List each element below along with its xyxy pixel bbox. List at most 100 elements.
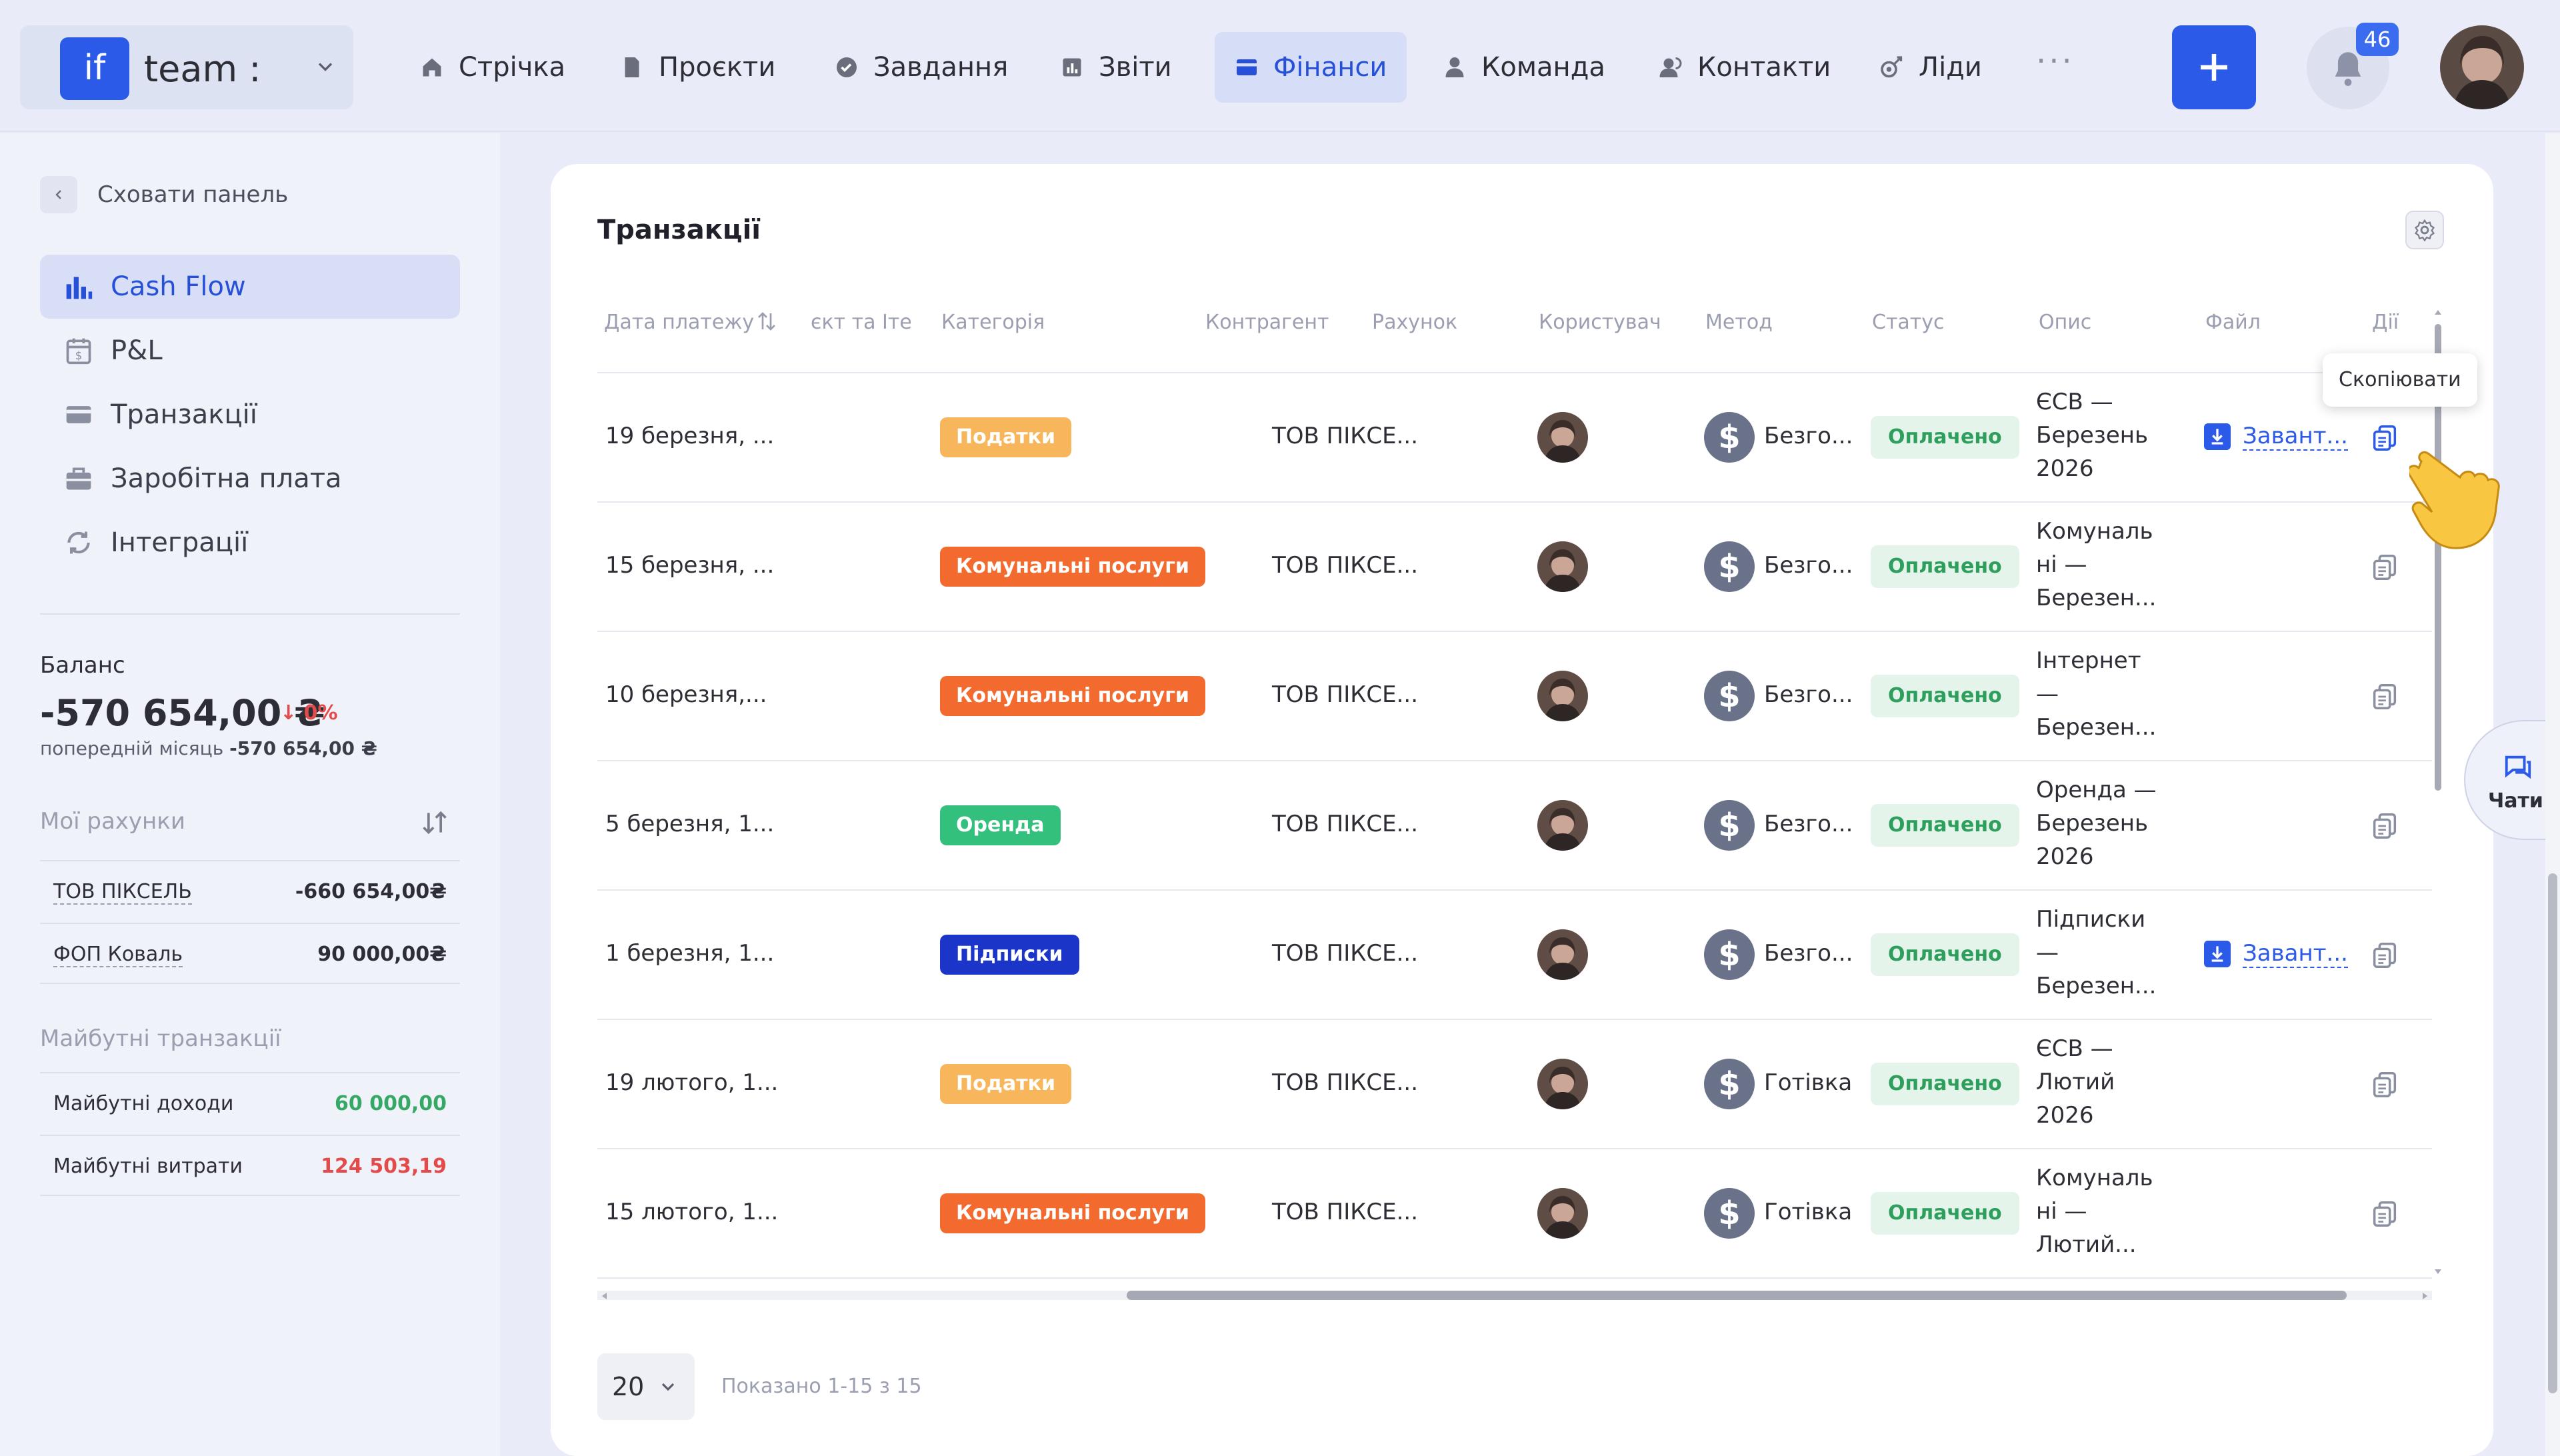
dollar-icon: $ [1704, 929, 1755, 980]
description-line: 2026 [2036, 455, 2094, 482]
nav-team[interactable]: Команда [1423, 32, 1625, 103]
user-avatar [1537, 671, 1588, 721]
nav-contacts[interactable]: Контакти [1639, 32, 1851, 103]
description-line: Лютий [2036, 1069, 2115, 1095]
table-row[interactable]: 19 березня, ... Податки ТОВ ПІКСЕ... $ Безго… [597, 373, 2432, 503]
table-row[interactable]: 15 березня, ... Комунальні послуги ТОВ ПІК… [597, 503, 2432, 632]
col-user[interactable]: Користувач [1539, 311, 1661, 334]
add-button[interactable] [2172, 25, 2256, 109]
nav-label: Фінанси [1273, 52, 1387, 83]
user-avatar [1537, 1059, 1588, 1109]
copy-icon[interactable] [2369, 1199, 2400, 1229]
category-badge: Підписки [940, 935, 1079, 975]
top-bar: if team : Стрічка Проєкти Завдання Звіти… [0, 0, 2560, 132]
download-file-link[interactable]: Завант... [2204, 423, 2348, 451]
status-badge: Оплачено [1871, 1063, 2019, 1105]
row-method: Безго... [1764, 681, 1853, 708]
future-value: 60 000,00 [335, 1092, 447, 1115]
page-scrollbar-thumb[interactable] [2548, 873, 2557, 1393]
table-row[interactable]: 1 березня, 1... Підписки ТОВ ПІКСЕ... $ Безг… [597, 891, 2432, 1020]
row-method: Безго... [1764, 552, 1853, 579]
page-size-select[interactable]: 20 [597, 1353, 695, 1420]
description-line: Лютий... [2036, 1231, 2137, 1258]
svg-text:$: $ [75, 349, 83, 362]
description-line: Березень [2036, 422, 2149, 449]
row-date: 10 березня,... [605, 681, 767, 708]
sidebar-item-integrations[interactable]: Інтеграції [40, 511, 460, 575]
check-circle-icon [837, 57, 857, 77]
table-row[interactable]: 19 лютого, 1... Податки ТОВ ПІКСЕ... $ Готів… [597, 1020, 2432, 1149]
nav-reports[interactable]: Звіти [1040, 32, 1192, 103]
sync-icon [67, 531, 90, 554]
status-badge: Оплачено [1871, 1192, 2019, 1235]
copy-icon[interactable] [2369, 811, 2400, 841]
account-row[interactable]: ФОП Коваль 90 000,00₴ [40, 923, 460, 984]
col-method[interactable]: Метод [1705, 311, 1773, 334]
workspace-switcher[interactable]: if team : [20, 25, 353, 109]
status-badge: Оплачено [1871, 545, 2019, 588]
col-file[interactable]: Файл [2205, 311, 2261, 334]
horizontal-scrollbar-thumb[interactable] [1127, 1291, 2347, 1300]
category-badge: Податки [940, 1064, 1071, 1104]
col-status[interactable]: Статус [1872, 311, 1945, 334]
plus-icon [2201, 54, 2227, 81]
sidebar-item-payroll[interactable]: Заробітна плата [40, 447, 460, 511]
copy-tooltip: Скопіювати [2323, 353, 2477, 407]
sidebar-item-label: Інтеграції [111, 527, 249, 558]
description-line: Підписки [2036, 906, 2146, 933]
nav-tasks[interactable]: Завдання [815, 32, 1028, 103]
copy-icon[interactable] [2369, 940, 2400, 971]
future-row: Майбутні витрати 124 503,19 [40, 1135, 460, 1196]
dollar-icon: $ [1704, 1188, 1755, 1239]
nav-finance[interactable]: Фінанси [1215, 32, 1407, 103]
chat-icon [2505, 755, 2531, 779]
account-value: 90 000,00₴ [317, 943, 447, 966]
hide-panel-button[interactable]: Сховати панель [40, 176, 288, 213]
row-description: Підписки — Березен... [2036, 903, 2169, 1003]
sidebar-item-pl[interactable]: $ P&L [40, 319, 460, 383]
file-label: Завант... [2243, 940, 2348, 968]
status-badge: Оплачено [1871, 933, 2019, 976]
col-project[interactable]: єкт та Іте... [811, 311, 911, 334]
description-line: 2026 [2036, 843, 2094, 870]
future-title: Майбутні транзакції [40, 1025, 281, 1052]
copy-icon[interactable] [2369, 1069, 2400, 1100]
col-account[interactable]: Рахунок [1372, 311, 1457, 334]
workspace-logo: if [60, 37, 129, 100]
nav-feed[interactable]: Стрічка [400, 32, 585, 103]
sort-icon[interactable] [420, 808, 449, 837]
table-settings-button[interactable] [2405, 211, 2444, 249]
future-row: Майбутні доходи 60 000,00 [40, 1072, 460, 1133]
nav-label: Звіти [1099, 52, 1172, 83]
description-line: — [2036, 681, 2059, 707]
sidebar-item-transactions[interactable]: Транзакції [40, 383, 460, 447]
copy-icon[interactable] [2369, 552, 2400, 583]
col-description[interactable]: Опис [2039, 311, 2091, 334]
nav-projects[interactable]: Проєкти [600, 32, 795, 103]
row-method: Безго... [1764, 423, 1853, 449]
contacts-icon [1659, 57, 1682, 77]
row-date: 15 лютого, 1... [605, 1199, 779, 1225]
copy-icon[interactable] [2369, 423, 2400, 453]
row-account: ТОВ ПІКСЕ... [1272, 940, 1419, 967]
col-category[interactable]: Категорія [941, 311, 1045, 334]
sidebar-item-label: Транзакції [111, 399, 257, 430]
copy-icon[interactable] [2369, 681, 2400, 712]
col-date[interactable]: Дата платежу [604, 311, 754, 334]
account-row[interactable]: ТОВ ПІКСЕЛЬ -660 654,00₴ [40, 860, 460, 921]
sidebar-item-cashflow[interactable]: Cash Flow [40, 255, 460, 319]
status-badge: Оплачено [1871, 416, 2019, 459]
dollar-icon: $ [1704, 1059, 1755, 1109]
table-row[interactable]: 10 березня,... Комунальні послуги ТОВ ПІКС… [597, 632, 2432, 761]
chart-bars-icon [66, 277, 93, 299]
description-line: Інтернет [2036, 647, 2141, 674]
avatar[interactable] [2440, 25, 2524, 109]
more-icon[interactable]: ··· [2036, 43, 2075, 80]
account-name: ТОВ ПІКСЕЛЬ [53, 880, 192, 905]
nav-leads[interactable]: Ліди [1860, 32, 2002, 103]
table-row[interactable]: 5 березня, 1... Оренда ТОВ ПІКСЕ... $ Безго.… [597, 761, 2432, 891]
table-row[interactable]: 15 лютого, 1... Комунальні послуги ТОВ ПІК… [597, 1149, 2432, 1279]
download-file-link[interactable]: Завант... [2204, 940, 2348, 968]
col-counterparty[interactable]: Контрагент [1205, 311, 1329, 334]
sort-icon[interactable] [755, 309, 779, 333]
